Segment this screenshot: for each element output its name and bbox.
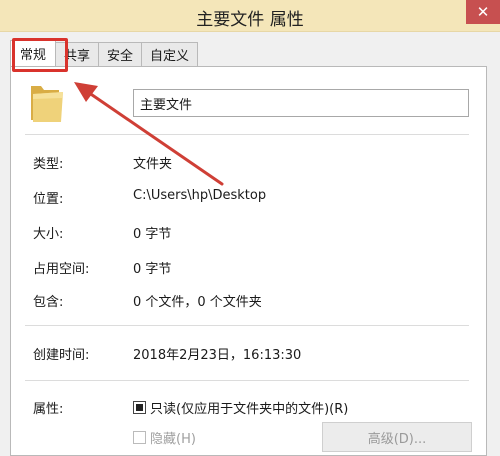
created-label: 创建时间: (33, 348, 90, 363)
advanced-button[interactable]: 高级(D)... (322, 422, 472, 452)
separator (25, 325, 469, 326)
size-on-disk-label: 占用空间: (33, 262, 90, 277)
size-on-disk-value: 0 字节 (133, 262, 172, 277)
readonly-checkbox-label: 只读(仅应用于文件夹中的文件)(R) (150, 402, 349, 417)
separator (25, 380, 469, 381)
folder-icon (31, 86, 63, 122)
title-bar: 主要文件 属性 ✕ (0, 0, 500, 32)
tab-security[interactable]: 安全 (98, 42, 143, 66)
size-label: 大小: (33, 227, 64, 242)
hidden-checkbox[interactable]: 隐藏(H) (133, 428, 196, 447)
readonly-checkbox[interactable]: 只读(仅应用于文件夹中的文件)(R) (133, 398, 348, 417)
separator (25, 134, 469, 135)
size-value: 0 字节 (133, 227, 172, 242)
created-value: 2018年2月23日，16:13:30 (133, 348, 302, 363)
location-label: 位置: (33, 192, 64, 207)
checkbox-indeterminate-icon[interactable] (133, 401, 146, 414)
location-value: C:\Users\hp\Desktop (133, 188, 267, 203)
close-icon[interactable]: ✕ (466, 0, 500, 24)
tab-customize[interactable]: 自定义 (141, 42, 199, 66)
annotation-highlight-box (12, 38, 68, 72)
type-value: 文件夹 (133, 157, 173, 172)
checkbox-empty-icon[interactable] (133, 431, 146, 444)
folder-name-input[interactable]: 主要文件 (133, 89, 469, 117)
window-title: 主要文件 属性 (196, 10, 304, 30)
hidden-checkbox-label: 隐藏(H) (150, 432, 196, 447)
contains-label: 包含: (33, 295, 64, 310)
type-label: 类型: (33, 157, 64, 172)
attributes-label: 属性: (33, 402, 64, 417)
contains-value: 0 个文件，0 个文件夹 (133, 295, 262, 310)
